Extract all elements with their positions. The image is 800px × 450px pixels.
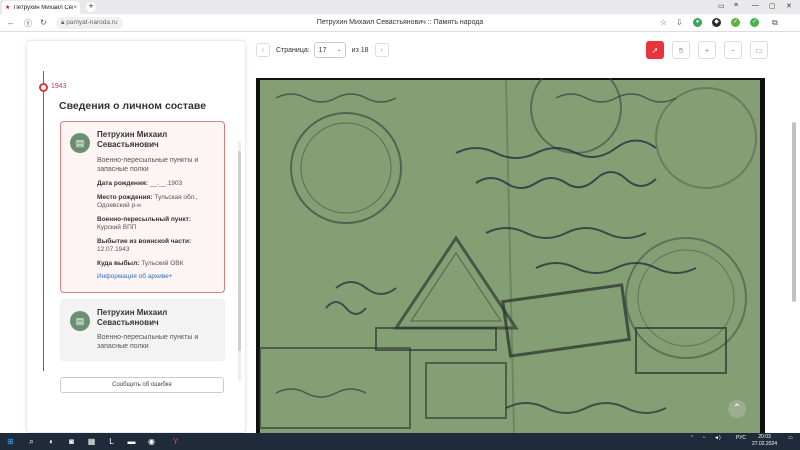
page-label: Страница: <box>276 46 310 54</box>
browser-tab-bar: ★ Петрухин Михаил Севастьянович × + ▭ ≡ … <box>0 0 800 14</box>
departure-field: Выбытие из воинской части: 12.07.1943 <box>97 238 216 254</box>
windows-start-icon[interactable]: ⊞ <box>5 436 16 447</box>
prev-page-button[interactable]: ‹ <box>256 43 270 57</box>
volume-icon[interactable]: ◄) <box>714 435 721 441</box>
timeline-dot-icon <box>39 83 48 92</box>
destination-label: Куда выбыл: <box>97 260 140 267</box>
page-select[interactable]: 17 ⌄ <box>313 42 346 58</box>
section-title: Сведения о личном составе <box>59 100 207 112</box>
network-icon[interactable]: ◔ <box>702 435 705 441</box>
maximize-icon[interactable]: ▢ <box>769 2 776 10</box>
close-window-icon[interactable]: ✕ <box>786 2 792 10</box>
search-icon[interactable]: ⌕ <box>26 436 37 447</box>
camera-icon[interactable]: ◙ <box>66 436 77 447</box>
record-name: Петрухин Михаил Севастьянович <box>97 130 168 149</box>
birth-place-label: Место рождения: <box>97 194 153 201</box>
timeline-line <box>43 71 44 371</box>
clock-date: 27.02.2024 <box>752 441 778 447</box>
vpp-label: Военно-пересыльный пункт: <box>97 216 191 223</box>
records-panel: 1943 Сведения о личном составе ▤ Петрухи… <box>26 40 246 433</box>
language-indicator[interactable]: РУС <box>736 435 746 441</box>
yandex-browser-icon[interactable]: Y <box>170 436 181 447</box>
page-scrollbar[interactable] <box>792 122 796 302</box>
next-page-button[interactable]: › <box>374 43 389 57</box>
vpn-extension-icon[interactable]: ◆ <box>712 18 721 27</box>
shield-check-icon[interactable]: ✓ <box>750 18 759 27</box>
bookmarks-icon[interactable]: ▭ <box>718 2 725 10</box>
star-favicon-icon: ★ <box>5 4 11 11</box>
record-card[interactable]: ▤ Петрухин Михаил Севастьянович Военно-п… <box>60 299 225 361</box>
panel-scroll-thumb[interactable] <box>238 151 241 351</box>
tab-title: Петрухин Михаил Севастьянович <box>13 4 73 11</box>
calculator-icon[interactable]: ▦ <box>86 436 97 447</box>
birth-place-field: Место рождения: Тульская обл., Одоевский… <box>97 194 216 210</box>
report-error-button[interactable]: Сообщить об ошибке <box>60 377 224 393</box>
departure-label: Выбытие из воинской части: <box>97 238 192 245</box>
page-current: 17 <box>318 47 327 54</box>
scanned-document-image[interactable] <box>256 78 765 433</box>
clock-time: 20:03 <box>758 434 771 440</box>
vpp-field: Военно-пересыльный пункт: Курский ВПП <box>97 216 216 232</box>
menu-icon[interactable]: ≡ <box>734 2 738 9</box>
zoom-out-button[interactable]: − <box>724 41 742 59</box>
minimize-icon[interactable]: — <box>752 2 759 9</box>
explorer-icon[interactable]: ▬ <box>126 436 137 447</box>
chevron-down-icon: ⌄ <box>336 47 342 53</box>
person-document-icon: ▤ <box>70 311 90 331</box>
page-total: из 18 <box>351 46 369 54</box>
address-bar: ← ⓨ ↻ 🔒︎ pamyat-naroda.ru Петрухин Михаи… <box>0 14 800 32</box>
extensions-icon[interactable]: ⧉ <box>772 18 778 28</box>
page-content: 1943 Сведения о личном составе ▤ Петрухи… <box>0 32 800 433</box>
comment-button[interactable]: ▭ <box>750 41 768 59</box>
document-scan-graphic <box>256 78 765 433</box>
browser-tab[interactable]: ★ Петрухин Михаил Севастьянович × <box>2 1 80 14</box>
new-tab-button[interactable]: + <box>86 2 96 12</box>
app-l-icon[interactable]: L <box>106 436 117 447</box>
person-document-icon: ▤ <box>70 133 90 153</box>
record-category: Военно-пересыльные пункты и запасные пол… <box>97 334 199 350</box>
birth-date-label: Дата рождения: <box>97 180 148 187</box>
birth-date-value: __.__.1903 <box>149 180 183 187</box>
app-icon[interactable]: ◉ <box>146 436 157 447</box>
destination-field: Куда выбыл: Тульский ОВК <box>97 260 216 268</box>
adblock-icon[interactable]: ✓ <box>731 18 740 27</box>
system-clock[interactable]: 20:03 27.02.2024 <box>752 434 777 448</box>
vpp-value: Курский ВПП <box>97 224 137 231</box>
destination-value: Тульский ОВК <box>141 260 184 267</box>
timeline-year: 1943 <box>51 83 67 90</box>
windows-taskbar: ⊞ ⌕ ◐ ◙ ▦ L ▬ ◉ Y ⌃ ◔ ◄) РУС 20:03 27.02… <box>0 433 800 450</box>
tab-close-icon[interactable]: × <box>73 5 77 11</box>
record-category: Военно-пересыльные пункты и запасные пол… <box>97 157 199 173</box>
notifications-icon[interactable]: ▭ <box>788 435 793 441</box>
record-name: Петрухин Михаил Севастьянович <box>97 308 168 327</box>
birth-date-field: Дата рождения: __.__.1903 <box>97 180 216 188</box>
record-card-active[interactable]: ▤ Петрухин Михаил Севастьянович Военно-п… <box>60 121 225 293</box>
pointer-tool-button[interactable]: ➚ <box>646 41 664 59</box>
hand-tool-button[interactable]: ✋︎ <box>672 41 690 59</box>
bookmark-icon[interactable]: ☆ <box>660 18 667 27</box>
page-navigator: ‹ Страница: 17 ⌄ из 18 › <box>256 41 389 59</box>
download-icon[interactable]: ⇩ <box>676 18 683 27</box>
zoom-in-button[interactable]: + <box>698 41 716 59</box>
archive-info-link[interactable]: Информация об архиве+ <box>97 273 216 280</box>
edge-icon[interactable]: ◐ <box>46 436 57 447</box>
extension-icon[interactable]: ● <box>693 18 702 27</box>
tray-chevron-icon[interactable]: ⌃ <box>690 435 694 441</box>
scroll-up-button[interactable]: ⌃ <box>728 400 746 418</box>
departure-value: 12.07.1943 <box>97 246 130 253</box>
